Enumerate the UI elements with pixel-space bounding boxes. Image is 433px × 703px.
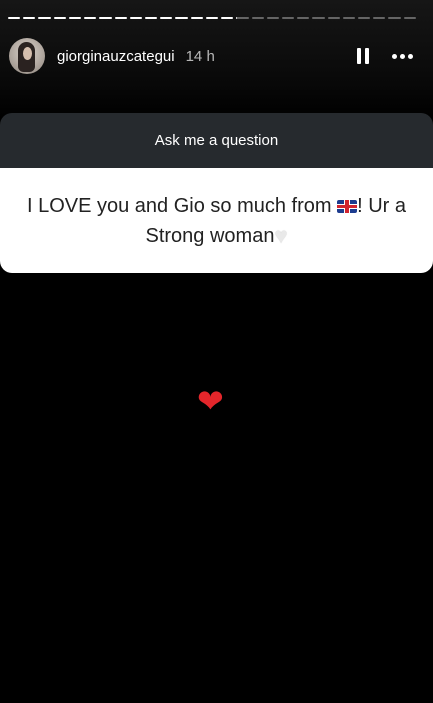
story-header: giorginauzcategui 14 h	[9, 38, 415, 74]
avatar-face	[23, 47, 32, 60]
question-answer: I LOVE you and Gio so much from ! Ur a S…	[0, 168, 433, 273]
story-progress-segment	[38, 17, 51, 19]
uk-flag-icon	[337, 199, 358, 213]
story-progress-segment	[23, 17, 36, 19]
question-prompt: Ask me a question	[0, 113, 433, 168]
story-progress-segment	[236, 17, 249, 19]
more-options-button[interactable]	[389, 44, 415, 68]
story-progress-segment	[84, 17, 97, 19]
story-progress-segment	[342, 17, 356, 19]
answer-text-part1: I LOVE you and Gio so much from	[26, 194, 338, 217]
story-progress-segment	[281, 17, 295, 19]
red-heart-icon: ❤	[197, 382, 224, 420]
username[interactable]: giorginauzcategui	[57, 48, 175, 65]
more-options-dot	[399, 53, 405, 59]
story-progress-segment	[358, 17, 371, 19]
story-progress-segment	[53, 17, 66, 19]
more-options-icon	[391, 53, 397, 59]
story-progress-segment	[160, 17, 173, 19]
story-progress-segment	[388, 17, 401, 19]
story-progress-segment	[403, 17, 416, 19]
story-progress-segment	[297, 17, 310, 19]
story-progress-segment	[373, 17, 386, 19]
story-progress-segment	[205, 17, 219, 19]
story-progress-segment	[129, 17, 142, 19]
story-progress-segment	[266, 17, 279, 19]
timestamp: 14 h	[185, 47, 215, 65]
white-heart-icon: ♥	[274, 222, 288, 248]
question-sticker[interactable]: Ask me a question I LOVE you and Gio so …	[0, 113, 433, 273]
story-progress-segment	[114, 17, 127, 19]
story-progress-bar	[8, 17, 416, 19]
story-progress-segment	[312, 17, 325, 19]
story-progress-segment	[68, 17, 82, 19]
story-viewer[interactable]: giorginauzcategui 14 h Ask me a question…	[0, 0, 433, 703]
more-options-dot	[407, 53, 413, 59]
story-progress-segment	[8, 17, 21, 19]
story-progress-segment	[175, 17, 188, 19]
story-progress-segment	[221, 17, 234, 19]
answer-text: I LOVE you and Gio so much from ! Ur a S…	[16, 191, 417, 251]
pause-button[interactable]	[351, 44, 375, 68]
story-progress-segment	[144, 17, 158, 19]
story-progress-segment	[190, 17, 203, 19]
pause-icon-bar	[365, 48, 369, 64]
story-progress-segment	[327, 17, 340, 19]
story-progress-segment	[99, 17, 112, 19]
pause-icon	[357, 48, 361, 64]
avatar[interactable]	[9, 38, 45, 74]
story-progress-segment	[251, 17, 264, 19]
